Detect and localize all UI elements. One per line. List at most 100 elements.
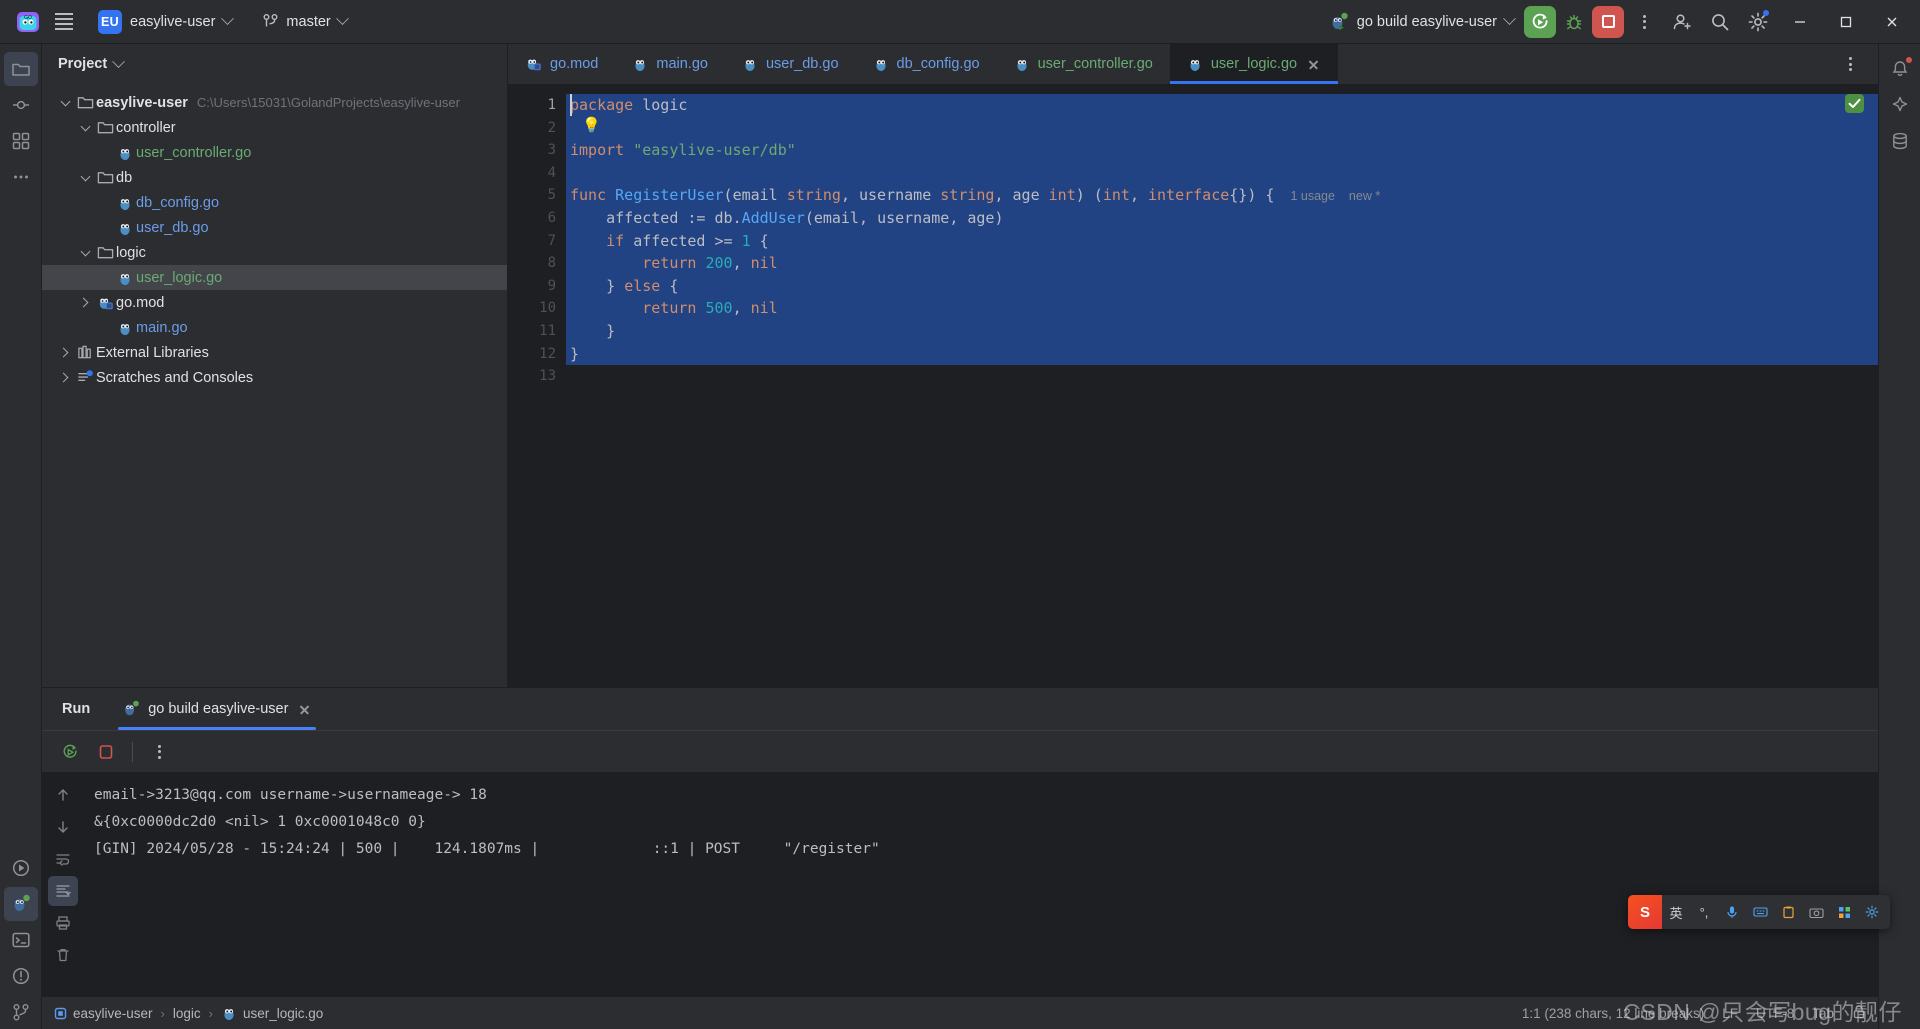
- run-configuration-selector[interactable]: go build easylive-user: [1321, 7, 1522, 37]
- tree-node[interactable]: db_config.go: [42, 190, 507, 215]
- editor-tab[interactable]: main.go: [615, 44, 725, 84]
- code-line[interactable]: if affected >= 1 {: [566, 229, 1878, 253]
- tree-node[interactable]: easylive-user C:\Users\15031\GolandProjec…: [42, 90, 507, 115]
- account-icon[interactable]: [1664, 4, 1700, 40]
- scroll-to-end-button[interactable]: [48, 876, 78, 906]
- code-editor[interactable]: 1 2 3 4 5 6 7 8 9 10 11 12 13 package logic import "e…: [508, 84, 1878, 687]
- run-button[interactable]: [1524, 5, 1556, 38]
- usage-inlay-hint[interactable]: 1 usage: [1290, 189, 1334, 203]
- lock-icon[interactable]: [1852, 1004, 1866, 1022]
- caret-position[interactable]: 1:1 (238 chars, 12 line breaks): [1522, 1006, 1704, 1021]
- ime-mode-label[interactable]: 英: [1662, 895, 1690, 929]
- more-vertical-icon[interactable]: [1832, 46, 1868, 82]
- breadcrumb[interactable]: easylive-user › logic › user_logic.go: [54, 1005, 323, 1021]
- editor-tab[interactable]: db_config.go: [856, 44, 997, 84]
- editor-tab[interactable]: user_controller.go: [997, 44, 1170, 84]
- code-line[interactable]: } else {: [566, 274, 1878, 298]
- ime-keyboard-icon[interactable]: [1746, 895, 1774, 929]
- ime-settings-icon[interactable]: [1858, 895, 1886, 929]
- ime-punctuation-icon[interactable]: °,: [1690, 895, 1718, 929]
- ime-toolbar[interactable]: S 英 °,: [1628, 895, 1890, 929]
- chevron-down-icon[interactable]: [56, 96, 74, 106]
- file-encoding[interactable]: UTF-8: [1756, 1006, 1794, 1021]
- maximize-icon[interactable]: [1824, 0, 1868, 44]
- editor-tabs[interactable]: go.mod main.go user_db.go db_config.go user_…: [508, 44, 1878, 84]
- tree-node[interactable]: logic: [42, 240, 507, 265]
- stop-button[interactable]: [90, 736, 122, 768]
- breadcrumb-item[interactable]: easylive-user: [54, 1006, 153, 1021]
- settings-icon[interactable]: [1740, 4, 1776, 40]
- project-tree[interactable]: easylive-user C:\Users\15031\GolandProjec…: [42, 84, 507, 390]
- sidebar-item-more[interactable]: [4, 160, 38, 194]
- ime-screenshot-icon[interactable]: [1802, 895, 1830, 929]
- tree-node[interactable]: user_controller.go: [42, 140, 507, 165]
- sidebar-item-database[interactable]: [1883, 124, 1917, 158]
- chevron-down-icon[interactable]: [76, 121, 94, 131]
- tree-node[interactable]: controller: [42, 115, 507, 140]
- intention-bulb-icon[interactable]: 💡: [582, 116, 601, 134]
- vcs-branch-widget[interactable]: master: [254, 7, 354, 37]
- ok-check-icon[interactable]: [1845, 94, 1864, 113]
- scroll-down-button[interactable]: [48, 812, 78, 842]
- sidebar-item-structure[interactable]: [4, 124, 38, 158]
- soft-wrap-button[interactable]: [48, 844, 78, 874]
- code-line[interactable]: }: [566, 342, 1878, 366]
- vcs-inlay-hint[interactable]: new *: [1349, 189, 1380, 203]
- code-line[interactable]: [566, 161, 1878, 185]
- breadcrumb-item[interactable]: logic: [173, 1006, 201, 1021]
- indent-setting[interactable]: Tab: [1812, 1006, 1834, 1021]
- line-separator[interactable]: LF: [1722, 1006, 1738, 1021]
- code-line[interactable]: [566, 116, 1878, 140]
- chevron-down-icon[interactable]: [76, 246, 94, 256]
- sidebar-item-problems[interactable]: [4, 959, 38, 993]
- clear-all-button[interactable]: [48, 940, 78, 970]
- project-widget[interactable]: EU easylive-user: [94, 7, 240, 37]
- code-line[interactable]: return 200, nil: [566, 252, 1878, 275]
- sidebar-item-commit[interactable]: [4, 88, 38, 122]
- ime-clipboard-icon[interactable]: [1774, 895, 1802, 929]
- code-content[interactable]: package logic import "easylive-user/db" fu…: [566, 84, 1878, 687]
- sidebar-item-terminal[interactable]: [4, 923, 38, 957]
- chevron-right-icon[interactable]: [56, 347, 74, 358]
- breadcrumb-item[interactable]: user_logic.go: [221, 1005, 323, 1021]
- rerun-button[interactable]: [54, 736, 86, 768]
- editor-tab[interactable]: go.mod: [508, 44, 615, 84]
- sidebar-item-version-control[interactable]: [4, 995, 38, 1029]
- tree-node[interactable]: External Libraries: [42, 340, 507, 365]
- more-vertical-icon[interactable]: [1626, 4, 1662, 40]
- debug-button[interactable]: [1558, 6, 1590, 38]
- close-icon[interactable]: [296, 701, 312, 717]
- close-icon[interactable]: [1305, 56, 1321, 72]
- tree-node[interactable]: db: [42, 165, 507, 190]
- more-vertical-icon[interactable]: [143, 736, 175, 768]
- search-icon[interactable]: [1702, 4, 1738, 40]
- code-line[interactable]: affected := db.AddUser(email, username, …: [566, 206, 1878, 230]
- sidebar-item-run[interactable]: [4, 851, 38, 885]
- print-button[interactable]: [48, 908, 78, 938]
- chevron-right-icon[interactable]: [56, 372, 74, 383]
- tree-node[interactable]: user_db.go: [42, 215, 507, 240]
- code-line[interactable]: }: [566, 319, 1878, 343]
- tree-node[interactable]: go.mod: [42, 290, 507, 315]
- editor-tab[interactable]: user_db.go: [725, 44, 856, 84]
- chevron-right-icon[interactable]: [76, 297, 94, 308]
- editor-tab[interactable]: user_logic.go: [1169, 44, 1339, 84]
- code-line[interactable]: [566, 365, 1878, 388]
- sidebar-item-run-debug[interactable]: [3, 887, 38, 921]
- ime-apps-icon[interactable]: [1830, 895, 1858, 929]
- tree-node[interactable]: Scratches and Consoles: [42, 365, 507, 390]
- close-icon[interactable]: [1870, 0, 1914, 44]
- chevron-down-icon[interactable]: [76, 171, 94, 181]
- minimize-icon[interactable]: [1778, 0, 1822, 44]
- console-output[interactable]: email->3213@qq.com username->usernameage…: [84, 772, 1878, 997]
- sidebar-item-project[interactable]: [3, 52, 38, 86]
- editor-tab-actions[interactable]: [1832, 44, 1878, 84]
- sidebar-item-notifications[interactable]: [1883, 52, 1917, 86]
- chevron-down-icon[interactable]: [112, 54, 126, 68]
- code-line[interactable]: import "easylive-user/db": [566, 139, 1878, 162]
- run-tab[interactable]: go build easylive-user: [112, 688, 322, 730]
- hamburger-icon[interactable]: [46, 4, 82, 40]
- scroll-up-button[interactable]: [48, 780, 78, 810]
- code-line[interactable]: package logic: [566, 94, 1878, 117]
- code-line[interactable]: func RegisterUser(email string, username…: [566, 184, 1878, 207]
